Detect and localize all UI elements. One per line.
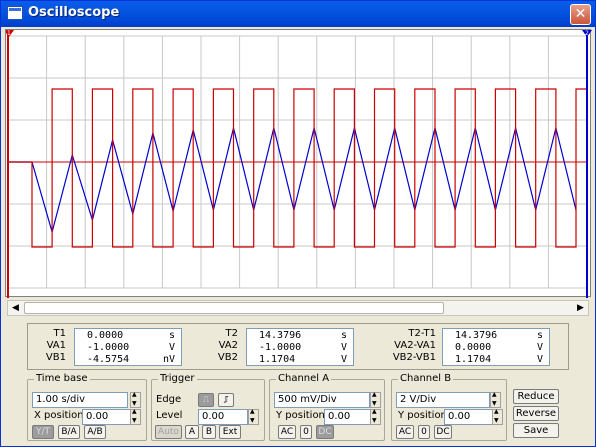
timebase-title: Time base: [34, 373, 90, 384]
va1-value: -1.0000: [87, 342, 130, 353]
waveform-display: 1 2: [6, 30, 592, 298]
va2-unit: V: [340, 342, 347, 353]
vb2-value: 1.1704: [259, 354, 296, 365]
channel-b-ypos-label: Y position: [398, 410, 447, 421]
channel-b-zero-button[interactable]: 0: [418, 425, 430, 439]
edge-label: Edge: [156, 394, 182, 405]
vb2-vb1-label: VB2-VB1: [392, 352, 436, 363]
t1-values-box: 0.0000 s -1.0000 V -4.5754 nV: [74, 328, 182, 366]
level-label: Level: [156, 410, 183, 421]
scroll-right-arrow-icon[interactable]: ▶: [573, 301, 588, 315]
channel-b-dc-button[interactable]: DC: [434, 425, 452, 439]
trigger-title: Trigger: [158, 373, 197, 384]
mode-ab-button[interactable]: A/B: [84, 425, 106, 439]
timebase-group: Time base 1.00 s/div X position 0.00 Y/T…: [27, 373, 147, 441]
vb1-value: -4.5754: [87, 354, 130, 365]
channel-a-zero-button[interactable]: 0: [300, 425, 312, 439]
trigger-level-spinner[interactable]: [248, 408, 259, 425]
channel-a-ypos-field[interactable]: 0.00: [324, 409, 374, 425]
channel-a-scale-field[interactable]: 500 mV/Div: [274, 392, 370, 408]
grid: [7, 35, 588, 289]
channel-b-ypos-field[interactable]: 0.00: [444, 409, 494, 425]
vb2-vb1-value: 1.1704: [455, 354, 492, 365]
channel-b-ypos-spinner[interactable]: [492, 408, 503, 425]
channel-b-title: Channel B: [398, 373, 454, 384]
trigger-ext-button[interactable]: Ext: [219, 425, 241, 439]
horizontal-scrollbar[interactable]: ◀ ▶: [7, 300, 589, 316]
close-button[interactable]: ✕: [570, 4, 591, 25]
save-button[interactable]: Save: [513, 423, 559, 438]
timebase-scale-field[interactable]: 1.00 s/div: [32, 392, 128, 408]
falling-edge-icon[interactable]: ⎎: [218, 393, 234, 407]
trigger-level-field[interactable]: 0.00: [198, 409, 248, 425]
mode-yt-button[interactable]: Y/T: [32, 425, 54, 439]
t1-unit: s: [168, 330, 175, 341]
va2-va1-value: 0.0000: [455, 342, 492, 353]
mode-ba-button[interactable]: B/A: [58, 425, 80, 439]
va1-label: VA1: [46, 340, 66, 351]
cursor-t2-marker: 2: [585, 30, 589, 37]
vb1-label: VB1: [45, 352, 66, 363]
channel-a-dc-button[interactable]: DC: [316, 425, 334, 439]
vb2-vb1-unit: V: [536, 354, 543, 365]
channel-a-group: Channel A 500 mV/Div Y position 0.00 AC …: [269, 373, 385, 441]
channel-a-scale-spinner[interactable]: [370, 391, 381, 408]
va2-label: VA2: [218, 340, 238, 351]
oscilloscope-screen: 1 2: [5, 29, 592, 298]
channel-a-ypos-label: Y position: [276, 410, 325, 421]
t2-values-box: 14.3796 s -1.0000 V 1.1704 V: [246, 328, 354, 366]
channel-b-group: Channel B 2 V/Div Y position 0.00 AC 0 D…: [391, 373, 507, 441]
va1-unit: V: [168, 342, 175, 353]
scroll-left-arrow-icon[interactable]: ◀: [8, 301, 23, 315]
va2-va1-unit: V: [536, 342, 543, 353]
title-bar[interactable]: Oscilloscope ✕: [1, 1, 595, 27]
t2-label: T2: [225, 328, 238, 339]
va2-va1-label: VA2-VA1: [394, 340, 436, 351]
cursor-readout-panel: T1 VA1 VB1 0.0000 s -1.0000 V -4.5754 nV T2…: [27, 323, 569, 370]
trigger-auto-button[interactable]: Auto: [155, 425, 182, 439]
channel-a-title: Channel A: [276, 373, 332, 384]
channel-b-ac-button[interactable]: AC: [396, 425, 414, 439]
timebase-scale-spinner[interactable]: [130, 391, 141, 408]
t2-t1-label: T2-T1: [408, 328, 436, 339]
trigger-a-button[interactable]: A: [185, 425, 199, 439]
channel-b-trace: [8, 88, 588, 248]
vb1-unit: nV: [162, 354, 175, 365]
x-position-spinner[interactable]: [130, 408, 141, 425]
t1-value: 0.0000: [87, 330, 124, 341]
channel-b-scale-field[interactable]: 2 V/Div: [396, 392, 490, 408]
t2-t1-value: 14.3796: [455, 330, 498, 341]
t2-t1-unit: s: [536, 330, 543, 341]
vb2-unit: V: [340, 354, 347, 365]
channel-a-ypos-spinner[interactable]: [370, 408, 381, 425]
trigger-b-button[interactable]: B: [202, 425, 216, 439]
scroll-thumb[interactable]: [24, 302, 444, 314]
t2-value: 14.3796: [259, 330, 302, 341]
reduce-button[interactable]: Reduce: [513, 389, 559, 404]
trigger-group: Trigger Edge ⎍ ⎎ Level 0.00 Auto A B Ext: [151, 373, 265, 441]
rising-edge-icon[interactable]: ⎍: [198, 393, 214, 407]
vb2-label: VB2: [217, 352, 238, 363]
reverse-button[interactable]: Reverse: [513, 406, 559, 421]
cursor-t1-marker: 1: [7, 30, 11, 37]
channel-a-trace: [8, 127, 577, 235]
t1-label: T1: [53, 328, 66, 339]
window-icon: [7, 6, 23, 20]
window-title: Oscilloscope: [28, 5, 120, 20]
va2-value: -1.0000: [259, 342, 302, 353]
diff-values-box: 14.3796 s 0.0000 V 1.1704 V: [442, 328, 550, 366]
oscilloscope-window: Oscilloscope ✕ 1 2 ◀ ▶ T1 VA1 VB1 0.0000…: [0, 0, 596, 447]
channel-a-ac-button[interactable]: AC: [278, 425, 296, 439]
channel-b-scale-spinner[interactable]: [490, 391, 501, 408]
t2-unit: s: [340, 330, 347, 341]
x-position-label: X position: [34, 410, 84, 421]
x-position-field[interactable]: 0.00: [82, 409, 134, 425]
